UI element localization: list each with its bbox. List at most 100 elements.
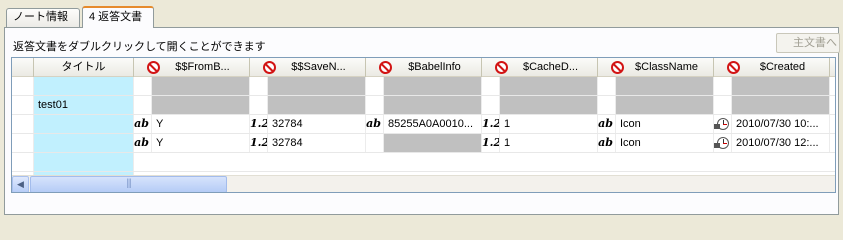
- type-gutter: [366, 96, 384, 114]
- row-header[interactable]: [12, 134, 34, 152]
- table-row[interactable]: ab Y 1.2 32784 1.2 1 ab Icon 2010/07/30 12:...: [12, 134, 835, 153]
- title-cell[interactable]: [34, 153, 134, 171]
- type-gutter: 1.2: [482, 134, 500, 152]
- value-cell[interactable]: [152, 96, 250, 114]
- type-gutter: [482, 77, 500, 95]
- horizontal-scrollbar[interactable]: ◀ |||: [12, 175, 835, 192]
- reply-documents-window: ノート情報 4 返答文書 返答文書をダブルクリックして開くことができます 主文書…: [0, 0, 843, 219]
- row-header[interactable]: [12, 115, 34, 133]
- title-cell[interactable]: [34, 77, 134, 95]
- column-header-6[interactable]: $Created: [714, 58, 830, 77]
- type-gutter: [482, 96, 500, 114]
- number-type-icon: 1.2: [250, 117, 268, 130]
- reply-documents-panel: 返答文書をダブルクリックして開くことができます 主文書へ タイトル $$FromB…: [4, 28, 840, 215]
- column-header-3[interactable]: $BabelInfo: [366, 58, 482, 77]
- type-gutter: 1.2: [482, 115, 500, 133]
- value-cell[interactable]: 2010/07/30 10:...: [732, 115, 830, 133]
- tab-note-info[interactable]: ノート情報: [6, 8, 80, 27]
- value-cell[interactable]: 32784: [268, 115, 366, 133]
- text-type-icon: ab: [598, 136, 613, 149]
- row-header[interactable]: [12, 77, 34, 95]
- type-gutter: [714, 96, 732, 114]
- type-gutter: [134, 96, 152, 114]
- value-cell[interactable]: [384, 77, 482, 95]
- row-header[interactable]: [12, 96, 34, 114]
- text-type-icon: ab: [134, 117, 149, 130]
- tab-bar: ノート情報 4 返答文書: [4, 6, 839, 28]
- number-type-icon: 1.2: [250, 136, 268, 149]
- column-header-label: $$FromB...: [175, 61, 230, 73]
- type-gutter: [250, 96, 268, 114]
- value-cell[interactable]: [384, 96, 482, 114]
- datetime-badge: [714, 143, 720, 148]
- number-type-icon: 1.2: [482, 117, 500, 130]
- text-type-icon: ab: [366, 117, 381, 130]
- text-type-icon: ab: [598, 117, 613, 130]
- value-cell[interactable]: 85255A0A0010...: [384, 115, 482, 133]
- value-cell[interactable]: 1: [500, 115, 598, 133]
- type-gutter: 1.2: [250, 134, 268, 152]
- number-type-icon: 1.2: [482, 136, 500, 149]
- value-cell[interactable]: [152, 77, 250, 95]
- value-cell[interactable]: Icon: [616, 134, 714, 152]
- value-cell[interactable]: [732, 96, 830, 114]
- hint-text: 返答文書をダブルクリックして開くことができます: [13, 41, 266, 53]
- column-header-4[interactable]: $CacheD...: [482, 58, 598, 77]
- type-gutter: ab: [366, 115, 384, 133]
- column-header-label: タイトル: [61, 61, 106, 73]
- scroll-left-button[interactable]: ◀: [12, 176, 29, 192]
- type-gutter: [714, 115, 732, 133]
- value-cell[interactable]: [616, 77, 714, 95]
- type-gutter: [366, 77, 384, 95]
- column-header-5[interactable]: $ClassName: [598, 58, 714, 77]
- table-row[interactable]: [12, 77, 835, 96]
- type-gutter: [598, 96, 616, 114]
- scroll-thumb[interactable]: |||: [30, 176, 227, 192]
- type-gutter: [714, 134, 732, 152]
- column-header-0[interactable]: タイトル: [34, 58, 134, 77]
- table-row[interactable]: [12, 153, 835, 172]
- type-gutter: ab: [598, 134, 616, 152]
- type-gutter: ab: [598, 115, 616, 133]
- value-cell[interactable]: [384, 134, 482, 152]
- value-cell[interactable]: 1: [500, 134, 598, 152]
- title-cell[interactable]: test01: [34, 96, 134, 114]
- column-header-label: $BabelInfo: [408, 61, 461, 73]
- grid-header-corner: [12, 58, 34, 77]
- reply-documents-grid: タイトル $$FromB... $$SaveN... $BabelInfo $Cache…: [11, 57, 836, 193]
- value-cell[interactable]: [500, 77, 598, 95]
- type-gutter: [366, 134, 384, 152]
- type-gutter: [134, 77, 152, 95]
- text-type-icon: ab: [134, 136, 149, 149]
- column-header-label: $Created: [759, 61, 806, 73]
- column-header-1[interactable]: $$FromB...: [134, 58, 250, 77]
- datetime-badge: [714, 124, 720, 129]
- value-cell[interactable]: 2010/07/30 12:...: [732, 134, 830, 152]
- type-gutter: 1.2: [250, 115, 268, 133]
- title-cell[interactable]: [34, 134, 134, 152]
- column-header-label: $CacheD...: [522, 61, 579, 73]
- value-cell[interactable]: [616, 96, 714, 114]
- type-gutter: [714, 77, 732, 95]
- value-cell[interactable]: [268, 77, 366, 95]
- value-cell[interactable]: 32784: [268, 134, 366, 152]
- value-cell[interactable]: Icon: [616, 115, 714, 133]
- value-cell[interactable]: [268, 96, 366, 114]
- value-cell[interactable]: Y: [152, 134, 250, 152]
- table-row[interactable]: ab Y 1.2 32784 ab 85255A0A0010... 1.2 1 ab Icon 20…: [12, 115, 835, 134]
- row-header[interactable]: [12, 153, 34, 171]
- tab-reply-documents[interactable]: 4 返答文書: [82, 6, 154, 28]
- type-gutter: ab: [134, 115, 152, 133]
- value-cell[interactable]: [500, 96, 598, 114]
- type-gutter: [598, 77, 616, 95]
- grid-header: タイトル $$FromB... $$SaveN... $BabelInfo $Cache…: [12, 58, 835, 77]
- value-cell[interactable]: Y: [152, 115, 250, 133]
- type-gutter: ab: [134, 134, 152, 152]
- title-cell[interactable]: [34, 115, 134, 133]
- column-header-2[interactable]: $$SaveN...: [250, 58, 366, 77]
- open-main-document-button[interactable]: 主文書へ: [776, 33, 840, 53]
- table-row[interactable]: test01: [12, 96, 835, 115]
- column-header-label: $$SaveN...: [291, 61, 346, 73]
- column-header-label: $ClassName: [635, 61, 698, 73]
- value-cell[interactable]: [732, 77, 830, 95]
